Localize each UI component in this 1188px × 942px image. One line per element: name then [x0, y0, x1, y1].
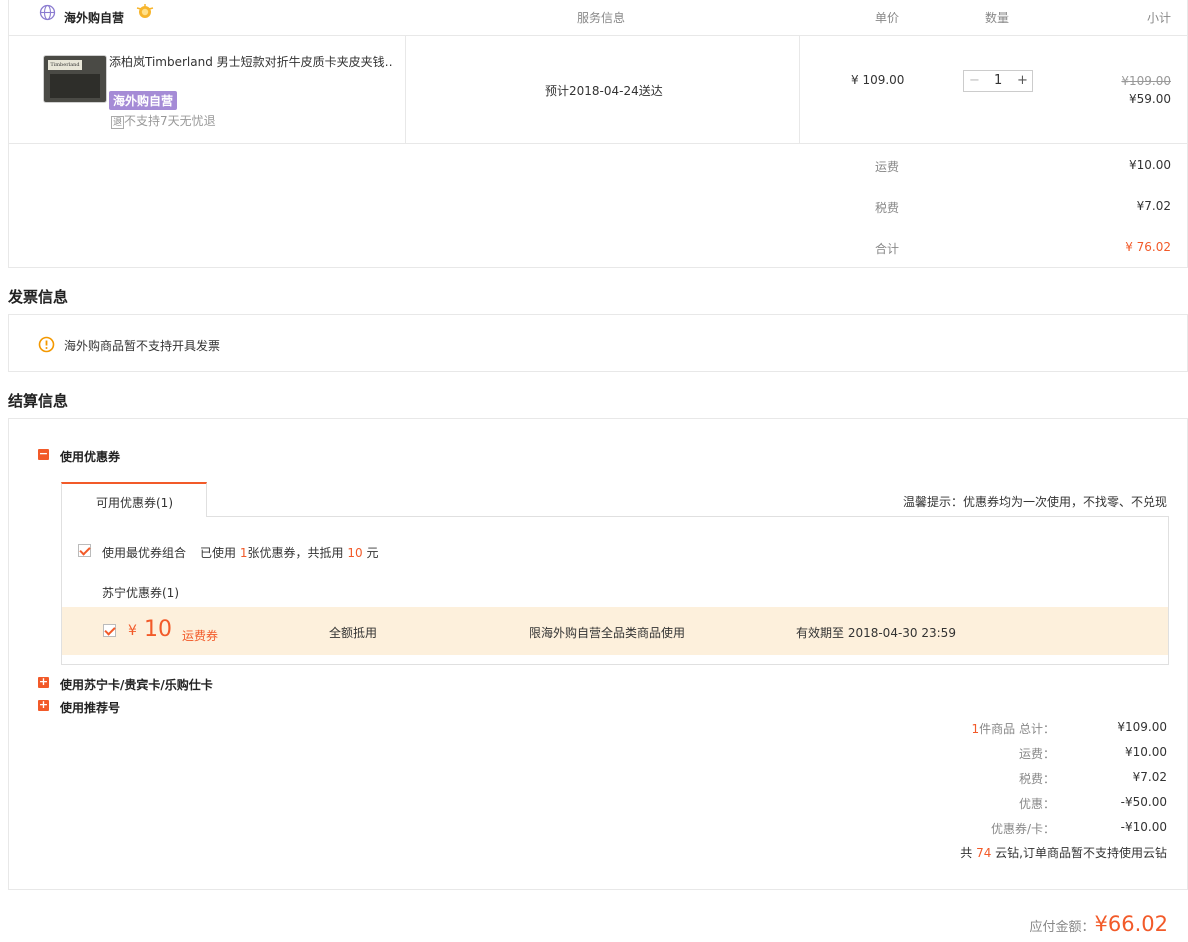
order-total: ¥ 76.02	[1125, 240, 1171, 254]
globe-icon	[39, 4, 56, 24]
coupon-expiry: 有效期至 2018-04-30 23:59	[796, 626, 956, 640]
coupon-restriction: 限海外购自营全品类商品使用	[529, 626, 686, 640]
use-coupon-toggle[interactable]: 使用优惠券	[60, 448, 120, 465]
use-cards-toggle[interactable]: 使用苏宁卡/贵宾卡/乐购仕卡	[60, 676, 213, 693]
store-badge: 海外购自营	[109, 91, 178, 110]
delivery-estimate: 预计2018-04-24送达	[545, 84, 663, 98]
order-total-label: 合计	[875, 242, 900, 256]
expand-cards-icon[interactable]: +	[38, 676, 49, 688]
tax-fee: ¥7.02	[1136, 199, 1171, 213]
tax-fee-label: 税费	[875, 201, 900, 215]
invoice-note: 海外购商品暂不支持开具发票	[64, 339, 221, 353]
header-subtotal: 小计	[1147, 11, 1172, 25]
coupon-currency: ¥	[128, 623, 137, 639]
header-service: 服务信息	[577, 11, 626, 25]
payable-amount: ¥66.02	[1094, 912, 1168, 936]
coupon-amount: 10	[144, 617, 172, 642]
best-combo-checkbox[interactable]	[78, 544, 91, 557]
payable: 应付金额：¥66.02	[1030, 912, 1169, 936]
original-price: ¥109.00	[1121, 74, 1171, 88]
product-thumbnail[interactable]: Timberland	[44, 56, 106, 102]
product-title[interactable]: 添柏岚Timberland 男士短款对折牛皮质卡夹皮夹钱…	[109, 53, 394, 70]
use-referral-toggle[interactable]: 使用推荐号	[60, 699, 120, 716]
best-combo-label[interactable]: 使用最优券组合	[102, 544, 186, 561]
settlement-title: 结算信息	[8, 392, 69, 410]
store-name: 海外购自营	[64, 11, 125, 25]
invoice-title: 发票信息	[8, 288, 69, 306]
coupon-item[interactable]: ¥ 10 运费券 全额抵用 限海外购自营全品类商品使用 有效期至 2018-04…	[62, 607, 1168, 655]
coupon-scope: 全额抵用	[329, 626, 378, 640]
collapse-icon[interactable]: −	[38, 448, 49, 460]
coupon-usage-info: 已使用 1张优惠券，共抵用 10 元	[200, 546, 379, 560]
order-table: 海外购自营 服务信息 单价 数量 小计 Timberland 添柏岚Timber…	[8, 0, 1188, 268]
quantity-stepper: − 1 +	[963, 70, 1033, 92]
shipping-fee: ¥10.00	[1129, 158, 1171, 172]
product-row: Timberland 添柏岚Timberland 男士短款对折牛皮质卡夹皮夹钱……	[9, 36, 1187, 144]
coupon-tip: 温馨提示：优惠券均为一次使用，不找零、不兑现	[902, 495, 1167, 509]
settlement-box: − 使用优惠券 可用优惠券(1) 温馨提示：优惠券均为一次使用，不找零、不兑现 …	[8, 418, 1188, 890]
invoice-box: 海外购商品暂不支持开具发票	[8, 314, 1188, 372]
coupon-tab[interactable]: 可用优惠券(1)	[61, 482, 207, 517]
warning-icon	[38, 336, 55, 356]
coupon-panel: 使用最优券组合 已使用 1张优惠券，共抵用 10 元 苏宁优惠券(1) ¥ 10…	[61, 516, 1169, 665]
row-subtotal: ¥59.00	[1129, 92, 1171, 106]
qty-plus-button[interactable]: +	[1017, 73, 1028, 88]
payable-label: 应付金额：	[1029, 920, 1095, 935]
mascot-icon	[134, 3, 156, 22]
header-qty: 数量	[985, 11, 1010, 25]
return-icon: 退	[111, 116, 124, 129]
unit-price: ¥ 109.00	[851, 73, 905, 87]
header-price: 单价	[875, 11, 900, 25]
yunzuan-note: 共 74 云钻,订单商品暂不支持使用云钻	[960, 846, 1167, 860]
coupon-checkbox[interactable]	[103, 624, 116, 637]
table-header: 海外购自营 服务信息 单价 数量 小计	[9, 0, 1187, 36]
coupon-group-label: 苏宁优惠券(1)	[102, 586, 179, 600]
qty-minus-button[interactable]: −	[969, 73, 980, 88]
shipping-fee-label: 运费	[875, 160, 900, 174]
qty-input[interactable]: 1	[994, 73, 1002, 88]
expand-referral-icon[interactable]: +	[38, 699, 49, 711]
coupon-type: 运费券	[182, 629, 219, 643]
return-policy: 退不支持7天无忧退	[111, 114, 216, 129]
